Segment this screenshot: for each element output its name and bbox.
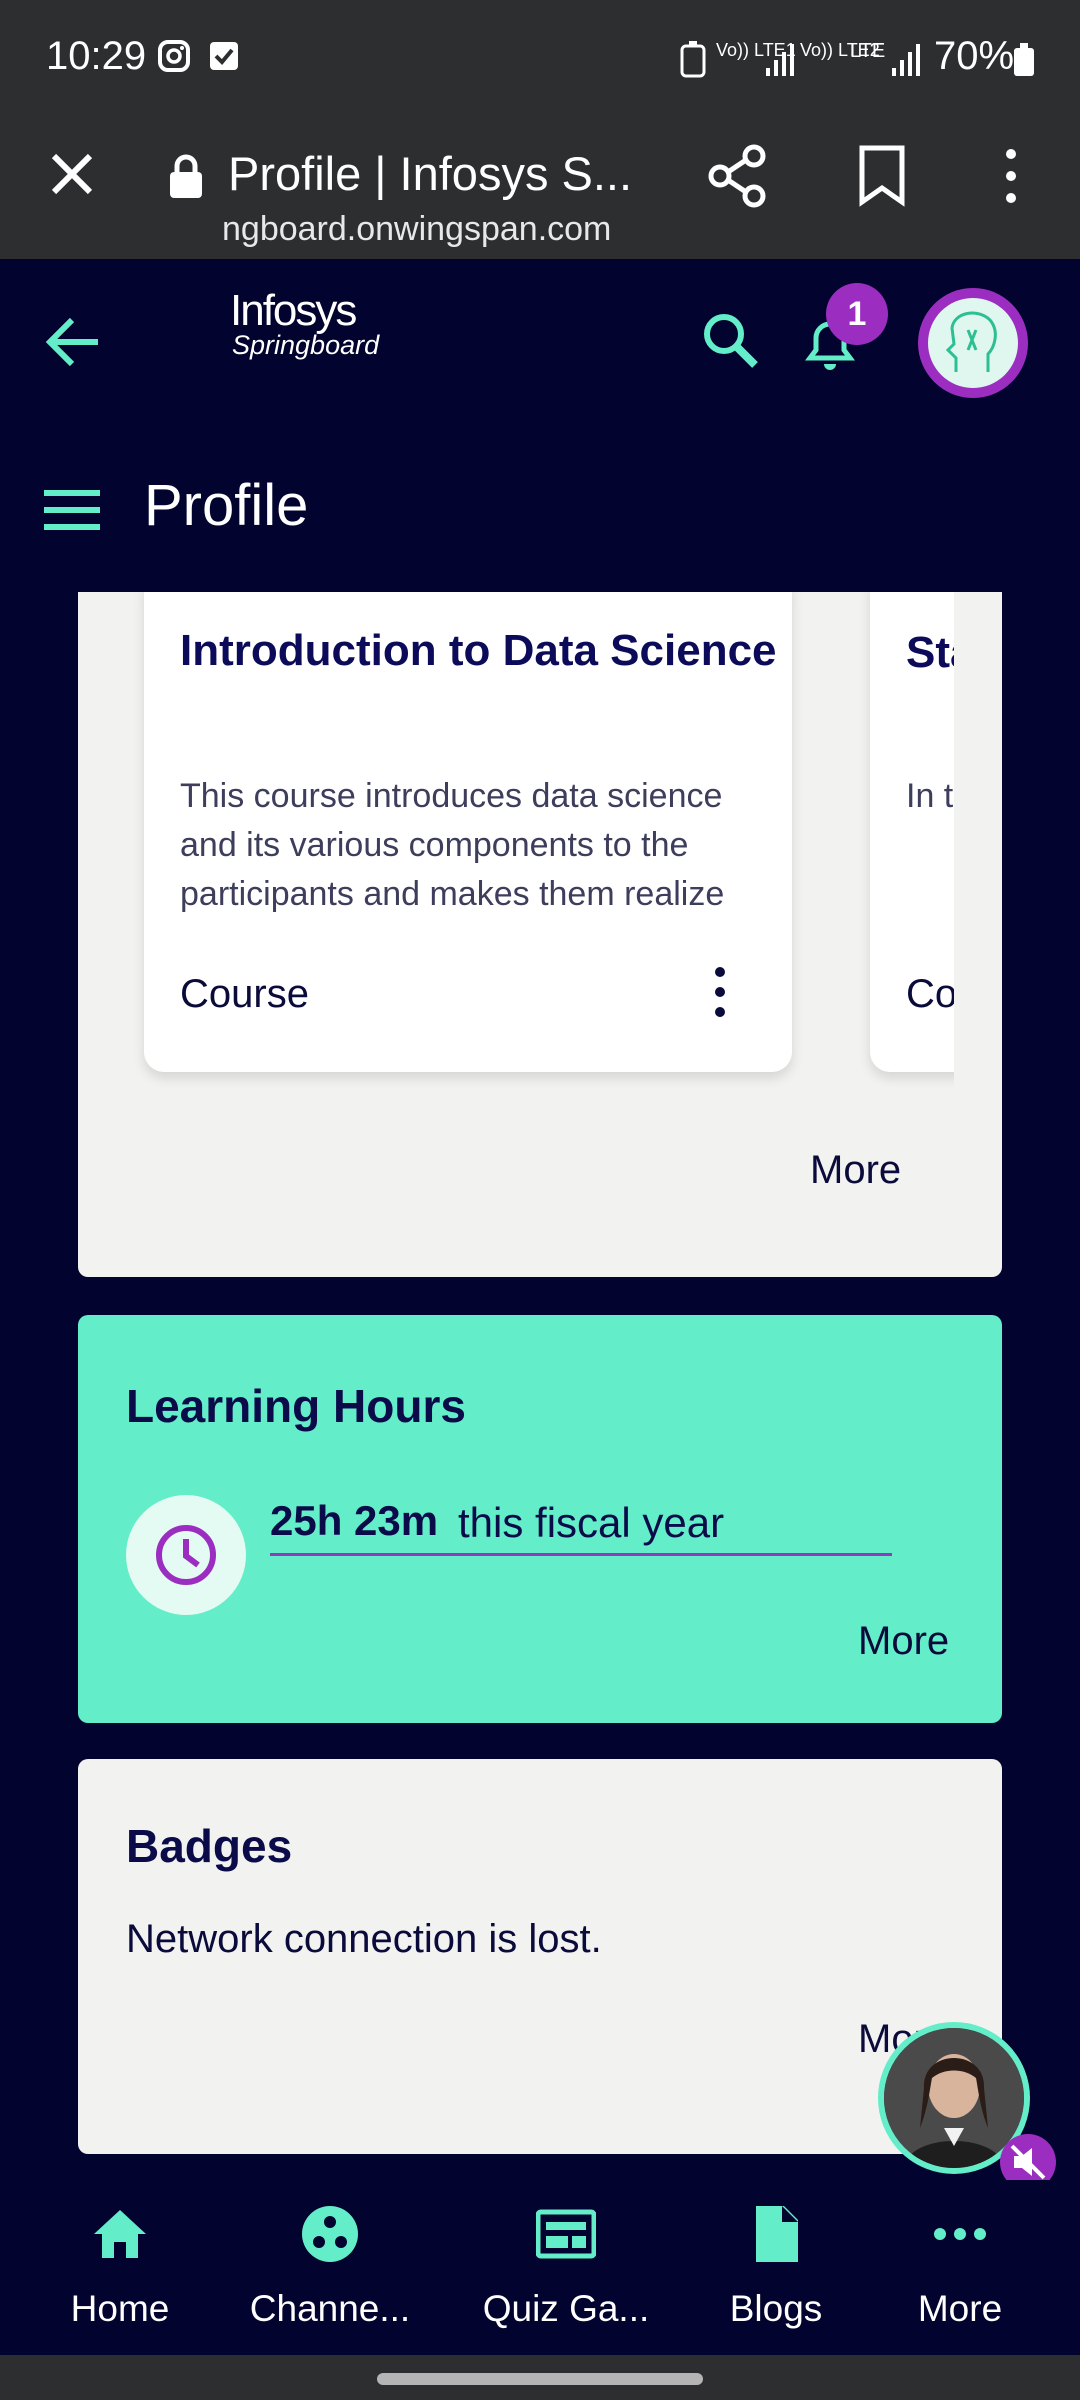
signal-icon <box>766 44 794 76</box>
overflow-menu-icon[interactable] <box>996 144 1026 208</box>
lock-icon[interactable] <box>166 152 206 202</box>
avatar-image <box>928 298 1018 388</box>
learning-hours-value: 25h 23m <box>270 1497 439 1544</box>
search-icon[interactable] <box>700 310 760 370</box>
blog-icon <box>756 2206 798 2262</box>
signal-icon-2 <box>892 44 920 76</box>
learning-hours-underline <box>270 1553 892 1556</box>
learning-hours-period: this fiscal year <box>458 1499 725 1546</box>
badges-error-message: Network connection is lost. <box>126 1917 602 1961</box>
nav-home-label: Home <box>70 2288 170 2329</box>
course-type-label: Course <box>180 972 309 1016</box>
back-arrow-icon[interactable] <box>44 314 104 370</box>
nav-quiz[interactable]: Quiz Ga... <box>466 2180 666 2355</box>
app-header <box>0 259 1080 589</box>
url-bar[interactable]: ngboard.onwingspan.com <box>222 210 611 249</box>
nav-blogs[interactable]: Blogs <box>676 2180 876 2355</box>
courses-more-link[interactable]: More <box>810 1148 901 1193</box>
learning-hours-title: Learning Hours <box>126 1380 466 1432</box>
logo-infosys: Infosys <box>230 286 357 335</box>
bookmark-icon[interactable] <box>856 144 908 208</box>
battery-percent: 70% <box>934 34 1015 78</box>
notification-badge[interactable]: 1 <box>826 283 888 345</box>
more-icon <box>934 2228 986 2240</box>
kebab-menu-icon[interactable] <box>700 962 740 1022</box>
nav-blogs-label: Blogs <box>729 2288 823 2329</box>
home-icon <box>94 2210 146 2258</box>
course-description: This course introduces data science and … <box>180 777 725 913</box>
course-card[interactable]: Introduction to Data Science This course… <box>144 592 792 1072</box>
lte-label: LTE <box>850 40 886 62</box>
course-title: Introduction to Data Science <box>180 626 777 675</box>
battery-icon <box>1014 43 1034 76</box>
nav-channels[interactable]: Channe... <box>230 2180 430 2355</box>
channels-icon <box>302 2206 358 2262</box>
carousel-edge <box>954 592 1002 1092</box>
close-icon[interactable] <box>44 146 100 202</box>
badges-title: Badges <box>126 1820 293 1872</box>
course-type-label-2: Co <box>906 972 958 1016</box>
courses-section: Introduction to Data Science This course… <box>78 592 1002 1277</box>
clock-icon <box>126 1495 246 1615</box>
page-title: Profile <box>144 473 309 538</box>
browser-toolbar: Profile | Infosys S... ngboard.onwingspa… <box>0 122 1080 259</box>
head-icon <box>945 311 997 372</box>
notification-icons <box>158 40 238 72</box>
share-icon[interactable] <box>706 144 770 208</box>
gesture-handle[interactable] <box>377 2373 703 2385</box>
nav-more[interactable]: More <box>860 2180 1060 2355</box>
hamburger-menu-icon[interactable] <box>44 488 100 532</box>
learning-hours-card: Learning Hours 25h 23m this fiscal year … <box>78 1315 1002 1723</box>
badges-card: Badges Network connection is lost. More <box>78 1759 1002 2154</box>
logo-springboard: Springboard <box>232 330 380 360</box>
status-time: 10:29 <box>46 34 147 78</box>
nav-home[interactable]: Home <box>20 2180 220 2355</box>
battery-saver-icon <box>680 41 706 78</box>
quiz-icon <box>536 2209 596 2259</box>
nav-quiz-label: Quiz Ga... <box>482 2288 650 2329</box>
bottom-navigation: Home Channe... Quiz Ga... Blogs More <box>0 2180 1080 2355</box>
page-tab-title[interactable]: Profile | Infosys S... <box>228 146 632 201</box>
nav-more-label: More <box>917 2288 1003 2329</box>
learning-more-link[interactable]: More <box>858 1619 949 1664</box>
status-bar: 10:29 Vo)) LTE1 Vo)) LTE2 LTE 70% <box>0 0 1080 122</box>
nav-channels-label: Channe... <box>249 2288 411 2329</box>
